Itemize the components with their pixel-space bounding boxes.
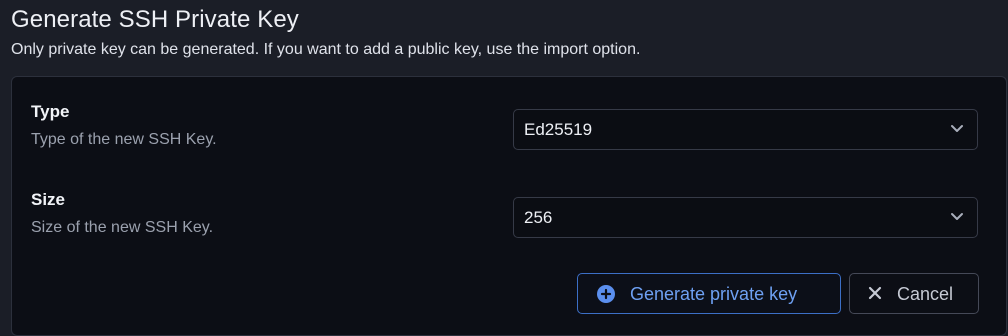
form-panel: Type Type of the new SSH Key. Ed25519 Si… bbox=[11, 76, 1007, 336]
cancel-button[interactable]: Cancel bbox=[849, 273, 979, 314]
size-select-value: 256 bbox=[524, 208, 553, 227]
close-icon bbox=[868, 286, 882, 300]
type-select-value: Ed25519 bbox=[524, 120, 593, 139]
generate-private-key-button[interactable]: Generate private key bbox=[577, 273, 841, 314]
cancel-button-label: Cancel bbox=[897, 284, 954, 304]
generate-button-label: Generate private key bbox=[630, 284, 798, 304]
page-subtitle: Only private key can be generated. If yo… bbox=[11, 41, 641, 58]
page-title: Generate SSH Private Key bbox=[11, 6, 299, 33]
type-label: Type bbox=[31, 102, 70, 121]
chevron-down-icon bbox=[951, 125, 963, 132]
size-select[interactable]: 256 bbox=[513, 197, 978, 238]
size-label: Size bbox=[31, 190, 66, 209]
size-help-text: Size of the new SSH Key. bbox=[31, 219, 214, 236]
plus-circle-icon bbox=[597, 285, 615, 303]
chevron-down-icon bbox=[951, 213, 963, 220]
type-help-text: Type of the new SSH Key. bbox=[31, 131, 217, 148]
type-select[interactable]: Ed25519 bbox=[513, 109, 978, 150]
